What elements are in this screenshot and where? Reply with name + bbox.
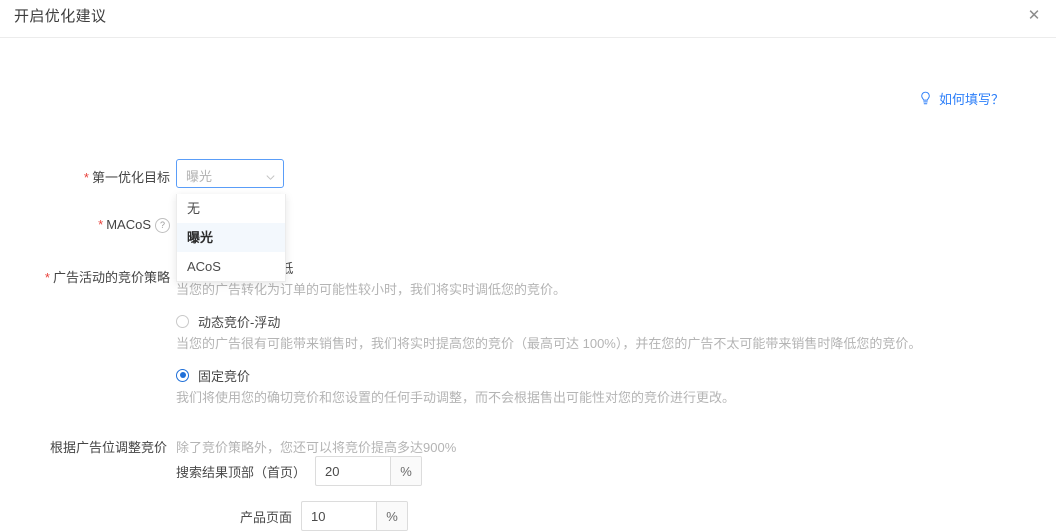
chevron-down-icon [266,170,275,180]
placement-input-wrap-top-of-search[interactable]: % [315,456,423,486]
macos-label-text: MACoS [106,217,151,232]
how-to-fill-label: 如何填写？ [938,92,1004,107]
required-marker-bid: * [44,270,50,285]
question-mark-icon[interactable]: ? [155,218,170,233]
radio-option-fixed[interactable]: 固定竞价 我们将使用您的确切竞价和您设置的任何手动调整，而不会根据售出可能性对您… [176,365,976,407]
bid-strategy-label-text: 广告活动的竞价策略 [52,270,170,285]
placement-adjust-label: 根据广告位调整竞价 [50,440,168,455]
radio-circle-fixed[interactable] [176,368,189,382]
percent-addon-product-page: % [376,502,408,530]
modal-header: 开启优化建议 ✕ [0,0,1056,38]
radio-desc-dynamic-updown: 当您的广告很有可能带来销售时，我们将实时提高您的竞价（最高可达 100%），并在… [176,336,922,351]
dropdown-option-acos[interactable]: ACoS [177,252,285,281]
radio-desc-fixed: 我们将使用您的确切竞价和您设置的任何手动调整，而不会根据售出可能性对您的竞价进行… [176,390,736,405]
radio-option-dynamic-down[interactable]: 动态竞价-只降低 当您的广告转化为订单的可能性较小时，我们将实时调低您的竞价。 [176,257,976,299]
bid-strategy-radio-group: 动态竞价-只降低 当您的广告转化为订单的可能性较小时，我们将实时调低您的竞价。 … [176,257,976,419]
dropdown-option-none[interactable]: 无 [177,194,285,223]
bid-strategy-label: * 广告活动的竞价策略 [30,267,170,286]
placement-name-top-of-search: 搜索结果顶部（首页） [176,464,307,480]
placement-row-top-of-search: 搜索结果顶部（首页） % [176,456,423,486]
placement-adjust-note: 除了竞价策略外，您还可以将竞价提高多达900% [176,440,457,455]
macos-label: * MACoS? [60,217,170,233]
placement-row-product-page: 产品页面 % [240,501,409,531]
placement-name-product-page: 产品页面 [240,509,293,525]
first-goal-select-value: 曝光 [186,169,213,184]
placement-input-top-of-search[interactable] [316,457,391,485]
first-goal-label-text: 第一优化目标 [91,170,170,185]
first-goal-dropdown-menu[interactable]: 无 曝光 ACoS [176,194,286,282]
required-marker-macos: * [98,217,104,232]
page-title: 开启优化建议 [14,8,107,25]
placement-input-product-page[interactable] [302,502,377,530]
modal-body: 如何填写？ * 第一优化目标 曝光 无 曝光 ACoS * MACoS? * 广告活动… [0,39,1056,531]
radio-label-fixed[interactable]: 固定竞价 [198,366,250,385]
close-icon[interactable]: ✕ [1024,6,1044,26]
first-goal-label: * 第一优化目标 [60,167,170,186]
percent-addon-top-of-search: % [390,457,422,485]
radio-circle-dynamic-updown[interactable] [176,314,189,328]
placement-input-wrap-product-page[interactable]: % [301,501,409,531]
radio-desc-dynamic-down: 当您的广告转化为订单的可能性较小时，我们将实时调低您的竞价。 [176,282,567,297]
dropdown-option-impression[interactable]: 曝光 [177,223,285,252]
lightbulb-icon [919,91,932,106]
how-to-fill-link[interactable]: 如何填写？ [919,89,1004,108]
radio-option-dynamic-updown[interactable]: 动态竞价-浮动 当您的广告很有可能带来销售时，我们将实时提高您的竞价（最高可达 … [176,311,976,353]
required-marker-goal: * [83,170,89,185]
first-goal-select[interactable]: 曝光 [176,159,284,188]
radio-label-dynamic-updown[interactable]: 动态竞价-浮动 [198,312,280,331]
